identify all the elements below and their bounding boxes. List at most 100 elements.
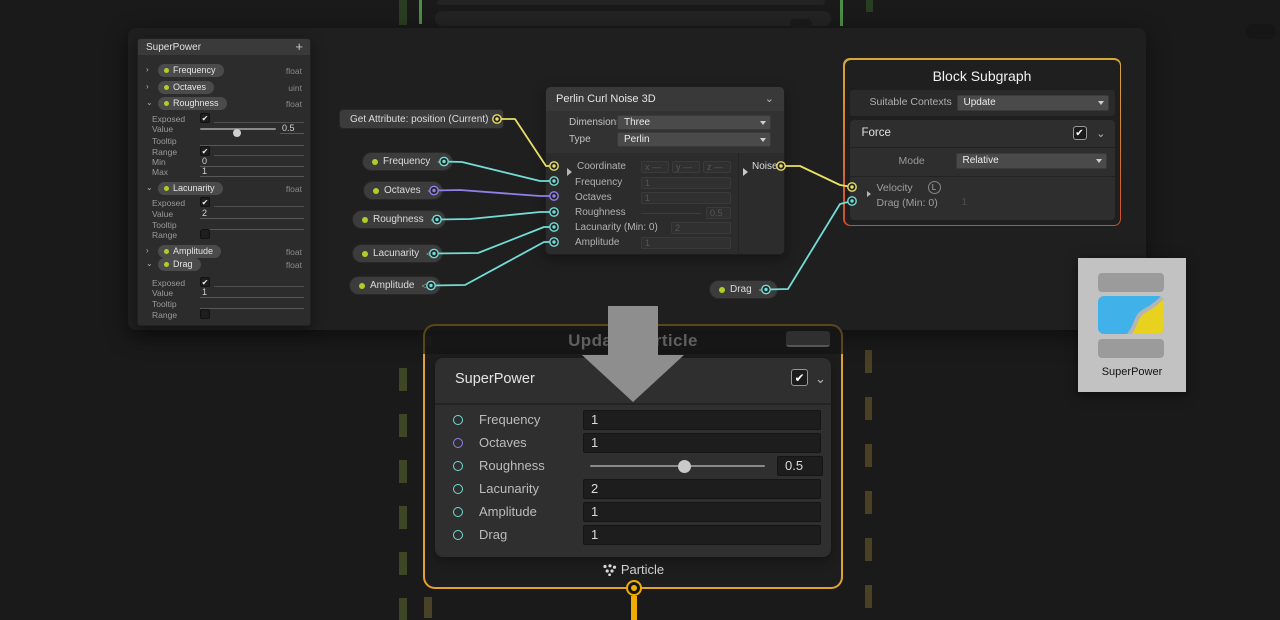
- get-attribute-label: Get Attribute: position (Current): [350, 114, 488, 125]
- chevron-down-icon[interactable]: ⌄: [765, 92, 774, 105]
- coordinate-y-field[interactable]: y —: [672, 161, 700, 173]
- parameter-node-roughness[interactable]: Roughness<: [352, 210, 446, 229]
- blackboard-header: SuperPower +: [138, 39, 310, 55]
- property-pill[interactable]: Roughness: [158, 97, 227, 110]
- parameter-node-drag[interactable]: Drag<: [709, 280, 778, 299]
- row-label: Frequency: [479, 412, 540, 427]
- superpower-block[interactable]: SuperPower ✔ ⌄ Frequency 1 Octaves 1 Rou…: [435, 358, 831, 557]
- value-input[interactable]: 1: [200, 287, 304, 298]
- lacunarity-input[interactable]: 2: [583, 479, 821, 499]
- coordinate-x-field[interactable]: x —: [641, 161, 669, 173]
- property-pill[interactable]: Frequency: [158, 64, 224, 77]
- collapse-icon[interactable]: <: [428, 186, 433, 196]
- frequency-field[interactable]: 1: [641, 177, 731, 189]
- force-block[interactable]: Force ✔ ⌄ Mode Relative Velocity L Drag …: [850, 120, 1115, 220]
- block-enabled-checkbox[interactable]: ✔: [791, 369, 808, 386]
- range-checkbox[interactable]: ✔: [200, 146, 210, 156]
- context-header-button[interactable]: [786, 331, 830, 347]
- parameter-node-lacunarity[interactable]: Lacunarity<: [352, 244, 443, 263]
- property-row-amplitude[interactable]: › Amplitude float: [138, 245, 310, 258]
- collapse-icon[interactable]: <: [426, 249, 431, 259]
- property-row-lacunarity[interactable]: ⌄ Lacunarity float: [138, 182, 310, 195]
- roughness-field[interactable]: 0.5: [706, 207, 731, 219]
- chevron-down-icon[interactable]: ⌄: [1096, 127, 1105, 140]
- float-port-icon[interactable]: [453, 507, 463, 517]
- dimensions-dropdown[interactable]: Three: [617, 115, 771, 130]
- property-row-roughness[interactable]: ⌄ Roughness float: [138, 97, 310, 110]
- roughness-slider[interactable]: [590, 465, 765, 467]
- exposed-checkbox[interactable]: ✔: [200, 277, 210, 287]
- max-input[interactable]: 1: [200, 166, 304, 177]
- block-subgraph-panel[interactable]: Block Subgraph Suitable Contexts Update …: [843, 58, 1121, 226]
- parameter-dot-icon: [373, 188, 379, 194]
- property-pill[interactable]: Drag: [158, 258, 201, 271]
- chevron-down-icon[interactable]: ⌄: [146, 183, 153, 192]
- update-particle-context[interactable]: Update Particle SuperPower ✔ ⌄ Frequency…: [423, 324, 843, 589]
- parameter-node-frequency[interactable]: Frequency<: [362, 152, 453, 171]
- property-pill[interactable]: Amplitude: [158, 245, 221, 258]
- type-dropdown[interactable]: Perlin: [617, 132, 771, 147]
- drag-input[interactable]: 1: [583, 525, 821, 545]
- expand-triangle-icon[interactable]: [867, 184, 871, 202]
- perlin-curl-noise-node[interactable]: Perlin Curl Noise 3D ⌄ Dimensions Three …: [545, 86, 785, 255]
- exposed-dot-icon: [164, 68, 169, 73]
- chevron-right-icon[interactable]: ›: [146, 82, 149, 91]
- block-row-roughness: Roughness 0.5: [435, 455, 831, 478]
- mode-dropdown[interactable]: Relative: [956, 153, 1107, 169]
- range-checkbox[interactable]: [200, 309, 210, 319]
- value-input[interactable]: 0.5: [280, 123, 304, 134]
- blackboard-panel[interactable]: SuperPower + › Frequency float › Octaves…: [137, 38, 311, 326]
- roughness-mini-slider[interactable]: [641, 213, 701, 214]
- property-pill[interactable]: Lacunarity: [158, 182, 223, 195]
- chevron-right-icon[interactable]: ›: [146, 65, 149, 74]
- frequency-input[interactable]: 1: [583, 410, 821, 430]
- vfx-graph-canvas: Update Particle SuperPower ✔ ⌄ Frequency…: [0, 0, 1280, 620]
- add-property-button[interactable]: +: [295, 39, 303, 54]
- chevron-down-icon[interactable]: ⌄: [146, 98, 153, 107]
- force-enabled-checkbox[interactable]: ✔: [1073, 126, 1087, 140]
- property-row-frequency[interactable]: › Frequency float: [138, 64, 310, 77]
- parameter-node-octaves[interactable]: Octaves<: [363, 181, 443, 200]
- property-row-drag[interactable]: ⌄ Drag float: [138, 258, 310, 271]
- roughness-input[interactable]: 0.5: [777, 456, 823, 476]
- chevron-right-icon[interactable]: ›: [146, 246, 149, 255]
- collapse-icon[interactable]: <: [421, 281, 426, 291]
- suitable-contexts-dropdown[interactable]: Update: [957, 95, 1109, 111]
- coordinate-z-field[interactable]: z —: [703, 161, 731, 173]
- block-row-drag: Drag 1: [435, 524, 831, 547]
- roughness-slider-handle[interactable]: [678, 460, 691, 473]
- uint-port-icon[interactable]: [453, 438, 463, 448]
- float-port-icon[interactable]: [453, 461, 463, 471]
- type-label: Type: [569, 134, 591, 145]
- octaves-input[interactable]: 1: [583, 433, 821, 453]
- collapse-icon[interactable]: <: [437, 157, 442, 167]
- amplitude-input[interactable]: 1: [583, 502, 821, 522]
- parameter-node-amplitude[interactable]: Amplitude<: [349, 276, 441, 295]
- chevron-down-icon[interactable]: ⌄: [146, 259, 153, 268]
- flow-output-port-icon[interactable]: [626, 580, 642, 596]
- tooltip-input[interactable]: [200, 298, 304, 309]
- panel-title: Block Subgraph: [845, 68, 1120, 84]
- float-port-icon[interactable]: [453, 415, 463, 425]
- property-row-octaves[interactable]: › Octaves uint: [138, 81, 310, 94]
- value-input[interactable]: 2: [200, 208, 304, 219]
- exposed-dot-icon: [164, 249, 169, 254]
- tooltip-input[interactable]: [200, 135, 304, 146]
- get-attribute-node[interactable]: Get Attribute: position (Current): [339, 109, 504, 129]
- superpower-asset-thumbnail[interactable]: SuperPower: [1078, 258, 1186, 392]
- node-header[interactable]: Perlin Curl Noise 3D ⌄: [546, 87, 784, 111]
- expand-triangle-icon[interactable]: [567, 163, 572, 181]
- float-port-icon[interactable]: [453, 484, 463, 494]
- range-checkbox[interactable]: [200, 229, 210, 239]
- exposed-checkbox[interactable]: ✔: [200, 197, 210, 207]
- lacunarity-field[interactable]: 2: [671, 222, 731, 234]
- octaves-field[interactable]: 1: [641, 192, 731, 204]
- block-collapse-chevron-icon[interactable]: ⌄: [815, 371, 826, 387]
- property-pill[interactable]: Octaves: [158, 81, 214, 94]
- float-port-icon[interactable]: [453, 530, 463, 540]
- amplitude-field[interactable]: 1: [641, 237, 731, 249]
- collapse-icon[interactable]: <: [759, 285, 764, 295]
- exposed-checkbox[interactable]: ✔: [200, 113, 210, 123]
- collapse-icon[interactable]: <: [431, 215, 436, 225]
- value-slider[interactable]: [200, 128, 276, 130]
